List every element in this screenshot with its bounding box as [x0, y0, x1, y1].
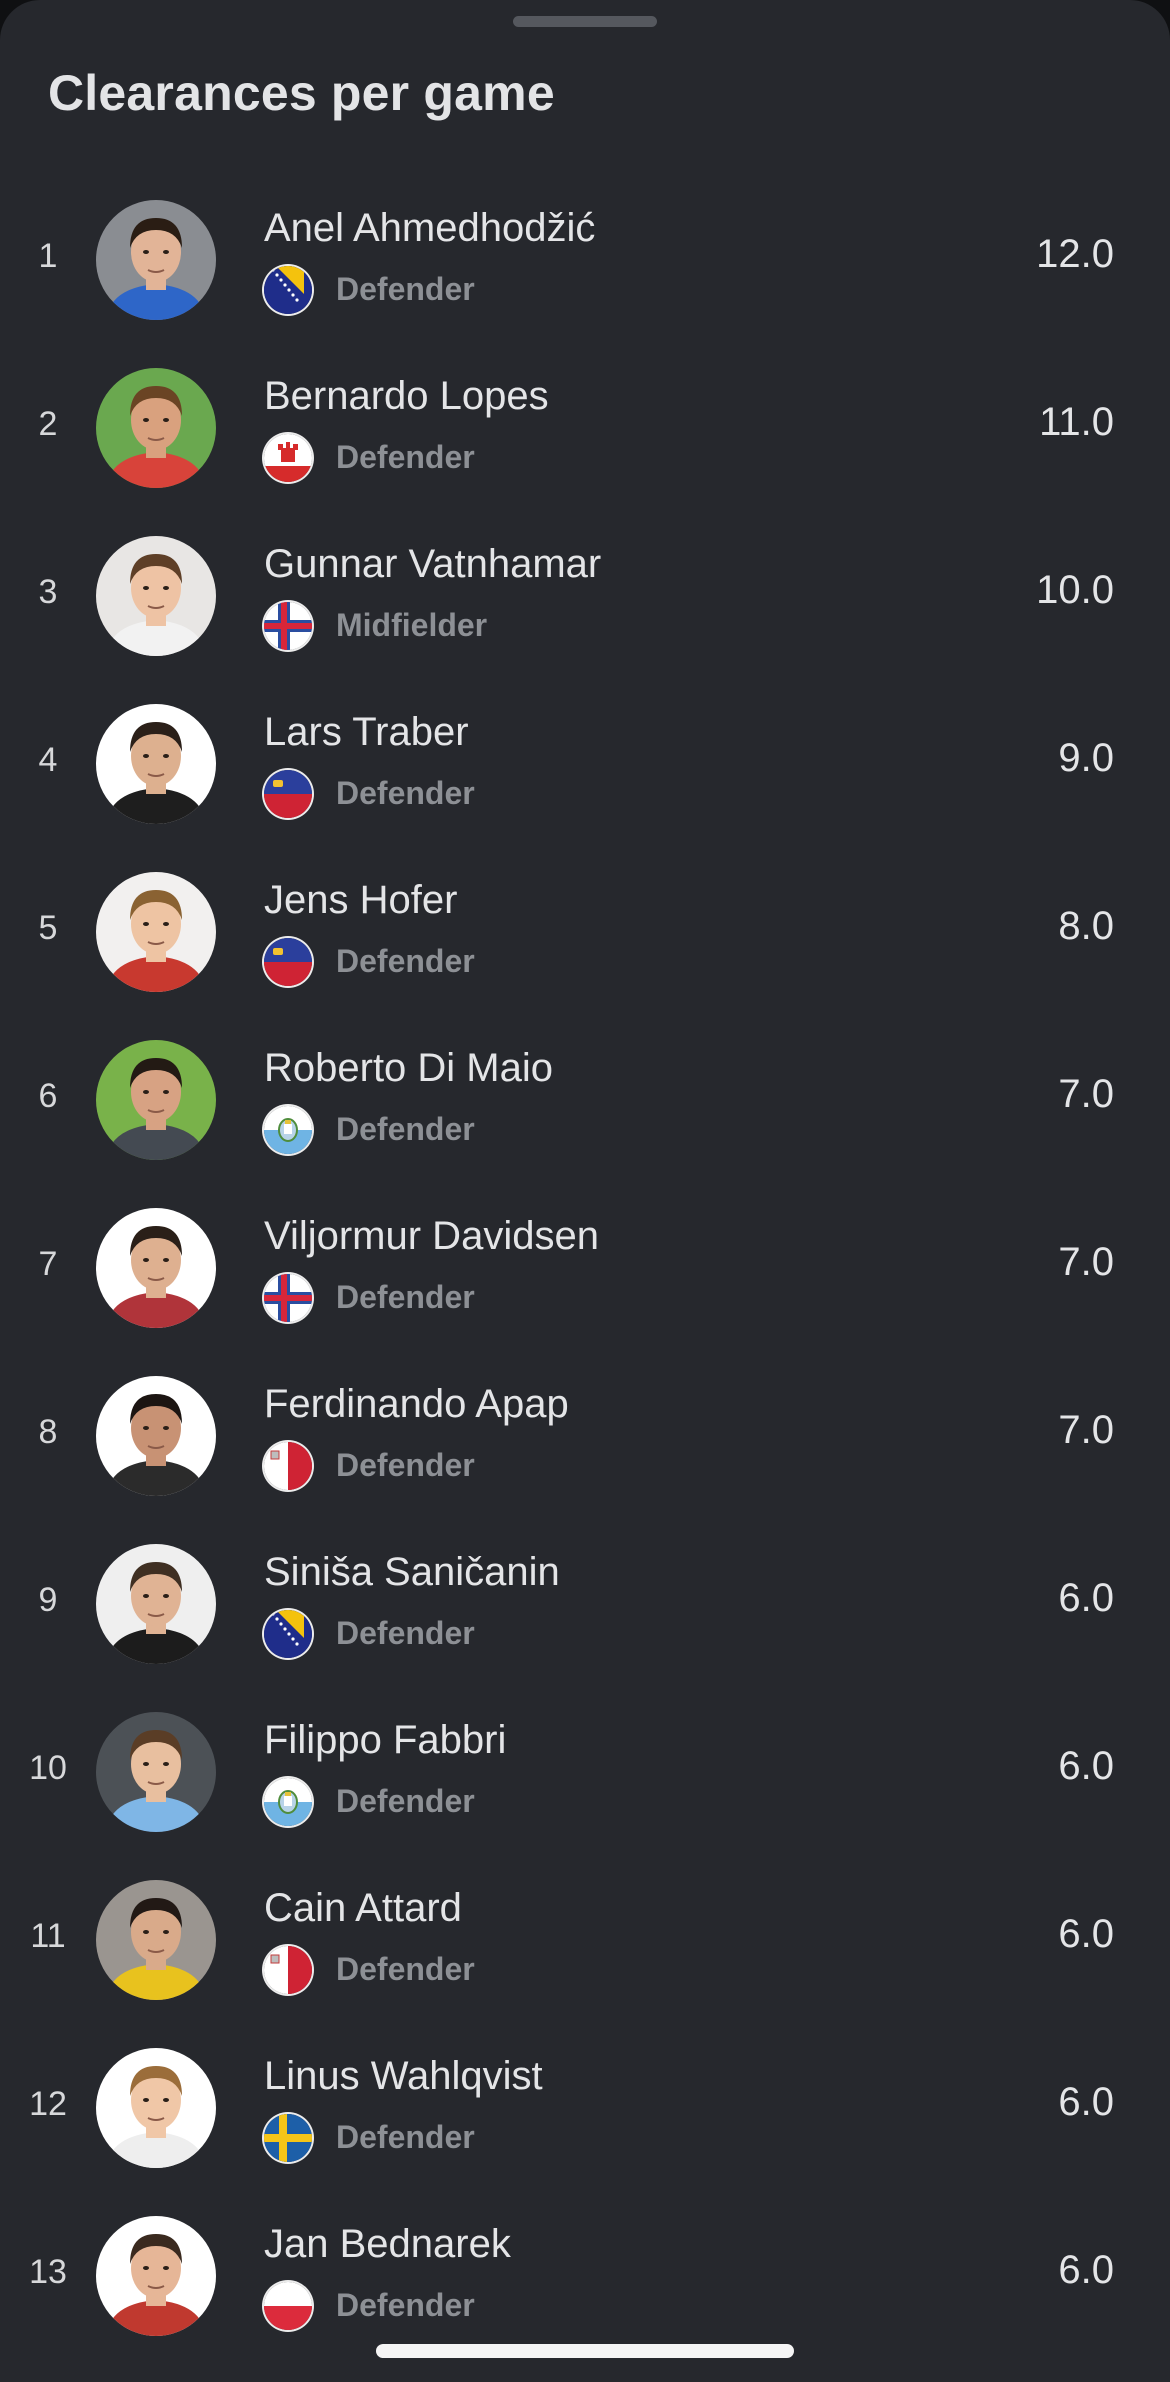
- player-row[interactable]: 9 Siniša Saničanin Defender 6.0: [0, 1520, 1170, 1688]
- player-row[interactable]: 4 Lars Traber Defender 9.0: [0, 680, 1170, 848]
- player-name: Siniša Saničanin: [264, 1550, 560, 1594]
- player-name: Jens Hofer: [264, 878, 458, 922]
- bosnia-herzegovina-flag-icon: [264, 266, 312, 314]
- player-avatar: [96, 1880, 216, 2000]
- poland-flag-icon: [264, 2282, 312, 2330]
- player-row[interactable]: 12 Linus Wahlqvist Defender 6.0: [0, 2024, 1170, 2192]
- player-avatar: [96, 1376, 216, 1496]
- rank-number: 13: [29, 2253, 67, 2291]
- player-row[interactable]: 11 Cain Attard Defender 6.0: [0, 1856, 1170, 2024]
- player-name: Filippo Fabbri: [264, 1718, 507, 1762]
- stat-value: 7.0: [1058, 1072, 1114, 1116]
- player-position: Defender: [336, 1951, 475, 1987]
- stat-value: 12.0: [1036, 232, 1114, 276]
- home-indicator: [376, 2344, 794, 2358]
- malta-flag-icon: [264, 1946, 312, 1994]
- player-name: Bernardo Lopes: [264, 374, 549, 418]
- player-ranking-list: 1 Anel Ahmedhodžić Defender 12.0 2 Berna…: [0, 176, 1170, 2360]
- stat-value: 11.0: [1039, 400, 1114, 444]
- sweden-flag-icon: [264, 2114, 312, 2162]
- player-row[interactable]: 5 Jens Hofer Defender 8.0: [0, 848, 1170, 1016]
- player-row[interactable]: 2 Bernardo Lopes Defender 11.0: [0, 344, 1170, 512]
- stat-value: 6.0: [1058, 1744, 1114, 1788]
- player-row[interactable]: 8 Ferdinando Apap Defender 7.0: [0, 1352, 1170, 1520]
- player-avatar: [96, 1712, 216, 1832]
- rank-number: 8: [38, 1413, 58, 1451]
- stat-value: 6.0: [1058, 2248, 1114, 2292]
- rank-number: 2: [38, 405, 58, 443]
- player-avatar: [96, 872, 216, 992]
- stat-value: 7.0: [1058, 1240, 1114, 1284]
- player-position: Defender: [336, 439, 475, 475]
- player-position: Defender: [336, 775, 475, 811]
- player-position: Defender: [336, 2119, 475, 2155]
- player-name: Anel Ahmedhodžić: [264, 206, 596, 250]
- player-avatar: [96, 2216, 216, 2336]
- stat-value: 8.0: [1058, 904, 1114, 948]
- player-row[interactable]: 10 Filippo Fabbri Defender 6.0: [0, 1688, 1170, 1856]
- sheet-title: Clearances per game: [48, 65, 555, 121]
- player-position: Defender: [336, 1783, 475, 1819]
- player-row[interactable]: 13 Jan Bednarek Defender 6.0: [0, 2192, 1170, 2360]
- san-marino-flag-icon: [264, 1778, 312, 1826]
- bosnia-herzegovina-flag-icon: [264, 1610, 312, 1658]
- player-position: Midfielder: [336, 607, 488, 643]
- player-avatar: [96, 536, 216, 656]
- player-row[interactable]: 6 Roberto Di Maio Defender 7.0: [0, 1016, 1170, 1184]
- player-name: Lars Traber: [264, 710, 469, 754]
- liechtenstein-flag-icon: [264, 938, 312, 986]
- faroe-islands-flag-icon: [264, 1274, 312, 1322]
- player-row[interactable]: 3 Gunnar Vatnhamar Midfielder 10.0: [0, 512, 1170, 680]
- player-row[interactable]: 7 Viljormur Davidsen Defender 7.0: [0, 1184, 1170, 1352]
- rank-number: 9: [38, 1581, 58, 1619]
- stat-value: 7.0: [1058, 1408, 1114, 1452]
- rank-number: 1: [38, 237, 58, 275]
- gibraltar-flag-icon: [264, 434, 312, 482]
- player-avatar: [96, 1208, 216, 1328]
- player-position: Defender: [336, 1615, 475, 1651]
- player-position: Defender: [336, 1279, 475, 1315]
- rank-number: 5: [38, 909, 58, 947]
- player-name: Gunnar Vatnhamar: [264, 542, 602, 586]
- stat-value: 10.0: [1036, 568, 1114, 612]
- rank-number: 11: [30, 1917, 66, 1955]
- player-avatar: [96, 704, 216, 824]
- player-position: Defender: [336, 2287, 475, 2323]
- player-avatar: [96, 200, 216, 320]
- stat-value: 6.0: [1058, 1576, 1114, 1620]
- player-position: Defender: [336, 943, 475, 979]
- player-avatar: [96, 2048, 216, 2168]
- player-position: Defender: [336, 271, 475, 307]
- player-name: Ferdinando Apap: [264, 1382, 569, 1426]
- player-name: Cain Attard: [264, 1886, 462, 1930]
- liechtenstein-flag-icon: [264, 770, 312, 818]
- player-name: Roberto Di Maio: [264, 1046, 554, 1090]
- player-row[interactable]: 1 Anel Ahmedhodžić Defender 12.0: [0, 176, 1170, 344]
- player-name: Viljormur Davidsen: [264, 1214, 599, 1258]
- player-position: Defender: [336, 1447, 475, 1483]
- rank-number: 10: [29, 1749, 67, 1787]
- rank-number: 4: [38, 741, 58, 779]
- rank-number: 6: [38, 1077, 58, 1115]
- rank-number: 3: [38, 573, 58, 611]
- rank-number: 7: [38, 1245, 58, 1283]
- stat-value: 9.0: [1058, 736, 1114, 780]
- rank-number: 12: [29, 2085, 67, 2123]
- player-avatar: [96, 1040, 216, 1160]
- player-name: Linus Wahlqvist: [264, 2054, 543, 2098]
- stat-value: 6.0: [1058, 1912, 1114, 1956]
- player-avatar: [96, 1544, 216, 1664]
- player-avatar: [96, 368, 216, 488]
- san-marino-flag-icon: [264, 1106, 312, 1154]
- player-name: Jan Bednarek: [264, 2222, 511, 2266]
- player-position: Defender: [336, 1111, 475, 1147]
- stat-value: 6.0: [1058, 2080, 1114, 2124]
- drag-handle[interactable]: [513, 16, 657, 27]
- bottom-sheet: Clearances per game 1 Anel Ahmedhodžić D…: [0, 0, 1170, 2382]
- malta-flag-icon: [264, 1442, 312, 1490]
- faroe-islands-flag-icon: [264, 602, 312, 650]
